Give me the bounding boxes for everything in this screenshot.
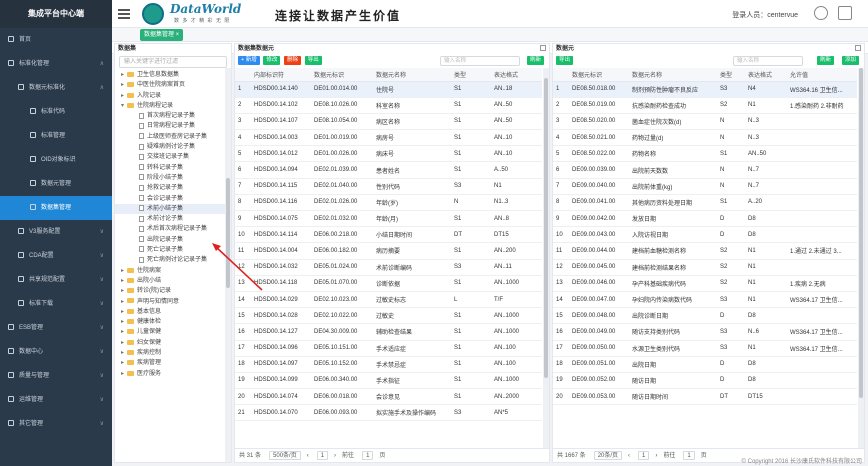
annotation-arrow-icon	[212, 243, 263, 291]
